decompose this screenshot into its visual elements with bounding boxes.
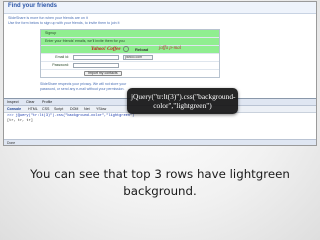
console-output: [tr, tr, tr] <box>7 119 33 123</box>
callout-text: jQuery("tr:lt(3)").css("background-color… <box>131 92 236 110</box>
table-row-3-captcha: Yahoo! Coffee Reload jaffa p-mal <box>41 46 219 54</box>
tab-dom[interactable]: DOM <box>70 107 78 111</box>
tab-console[interactable]: Console <box>7 107 21 111</box>
clear-button[interactable]: Clear <box>26 100 35 104</box>
password-field[interactable] <box>73 63 119 68</box>
slide-background: Find your friends SlideShare is more fun… <box>0 0 320 240</box>
inspect-button[interactable]: Inspect <box>7 100 19 104</box>
table-row-2: Enter your friends' emails, we'll invite… <box>41 38 219 46</box>
status-text: Done <box>7 141 16 145</box>
profile-button[interactable]: Profile <box>42 100 52 104</box>
tab-css[interactable]: CSS <box>42 107 49 111</box>
code-callout: jQuery("tr:lt(3)").css("background-color… <box>127 88 238 114</box>
console-command: >>> jQuery("tr:lt(3)").css("background-c… <box>7 114 135 118</box>
refresh-icon[interactable] <box>123 46 129 52</box>
tab-yslow[interactable]: YSlow <box>96 107 106 111</box>
domain-select[interactable]: yahoo.com <box>123 55 153 60</box>
page-header: Find your friends <box>4 2 316 14</box>
table-row-4-email: Email id: yahoo.com <box>41 54 219 62</box>
email-field[interactable] <box>73 55 119 60</box>
page-title: Find your friends <box>8 3 58 9</box>
tab-net[interactable]: Net <box>84 107 90 111</box>
email-label: Email id: <box>55 55 69 59</box>
table-row-5-password: Password: <box>41 62 219 70</box>
tab-html[interactable]: HTML <box>28 107 38 111</box>
status-bar: Done <box>4 139 316 145</box>
captcha-word-1: Yahoo! Coffee <box>91 47 121 52</box>
intro-line-2: Use the form below to sign up with your … <box>8 21 120 25</box>
password-label: Password: <box>52 63 69 67</box>
slide-caption: You can see that top 3 rows have lightgr… <box>30 167 290 198</box>
table-row-6-submit: Import my contacts <box>41 70 219 77</box>
intro-text: SlideShare is more fun when your friends… <box>8 16 308 26</box>
import-contacts-button[interactable]: Import my contacts <box>84 71 122 76</box>
signup-form-table: Signup Enter your friends' emails, we'll… <box>40 29 220 78</box>
row-2-label: Enter your friends' emails, we'll invite… <box>45 39 125 43</box>
captcha-word-2: jaffa p-mal <box>159 46 182 51</box>
row-1-label: Signup <box>45 31 57 35</box>
tab-script[interactable]: Script <box>54 107 63 111</box>
browser-screenshot: Find your friends SlideShare is more fun… <box>3 1 317 146</box>
reload-link[interactable]: Reload <box>135 47 148 52</box>
table-row-1: Signup <box>41 30 219 38</box>
